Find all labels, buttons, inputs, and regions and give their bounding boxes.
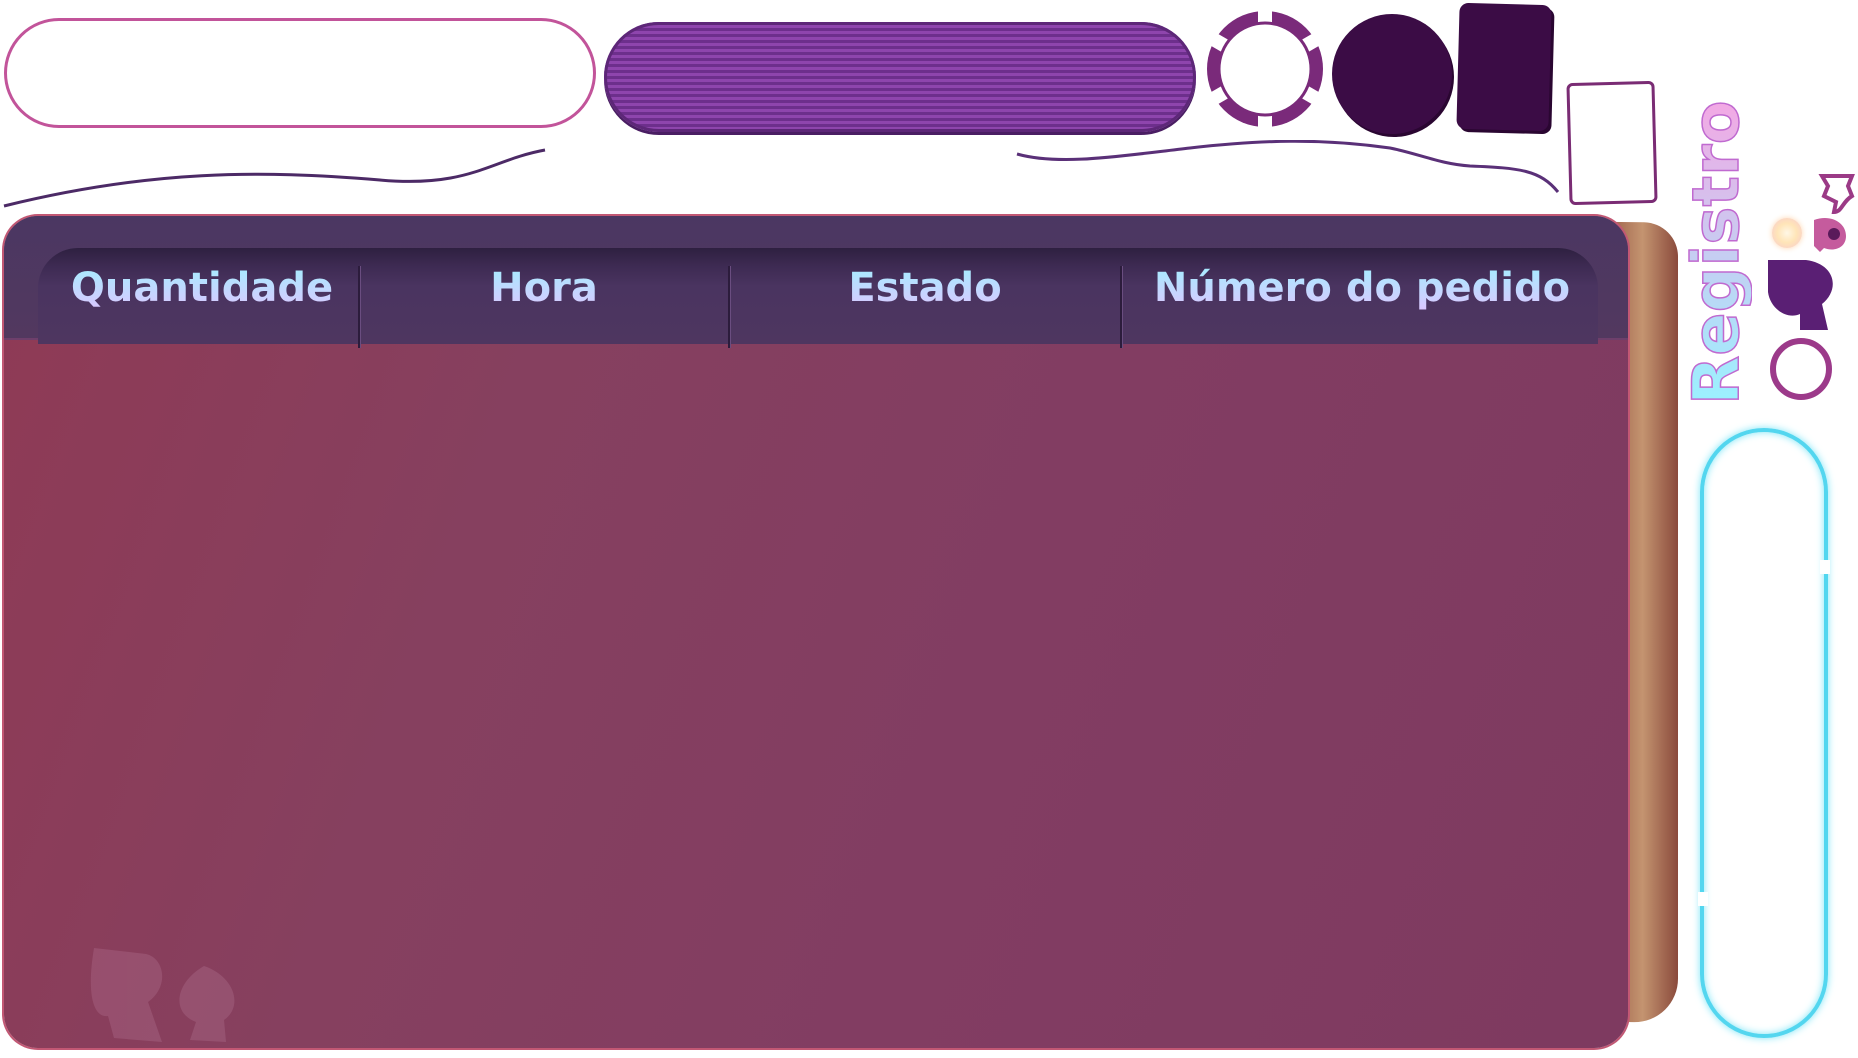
spade-icon [1768, 260, 1833, 330]
scrollbar-notch [1698, 892, 1708, 906]
column-header-status[interactable]: Estado [730, 258, 1120, 318]
spade-small-icon [1818, 174, 1855, 215]
ring-icon [1770, 338, 1832, 400]
registro-title: Registro [1682, 100, 1752, 406]
striped-pill-button[interactable] [604, 22, 1196, 132]
dark-square-button[interactable] [1456, 2, 1552, 132]
spade-pink-icon [1814, 217, 1846, 252]
spade-watermark-icon [90, 948, 235, 1042]
scrollbar-track[interactable] [1700, 428, 1828, 1038]
text-input-frame[interactable] [4, 18, 596, 128]
registro-title-text: Registro [1682, 100, 1752, 405]
scrollbar-notch [1820, 560, 1830, 574]
column-header-quantity[interactable]: Quantidade [62, 258, 342, 318]
column-header-order-number[interactable]: Número do pedido [1122, 258, 1602, 318]
dark-circle-button[interactable] [1332, 14, 1452, 134]
poker-chip-icon [1207, 9, 1323, 129]
order-history-panel: Quantidade Hora Estado Número do pedido [4, 216, 1628, 1048]
glow-dot [1772, 218, 1802, 248]
decorative-wave-lines [3, 140, 1560, 208]
column-header-time[interactable]: Hora [360, 258, 728, 318]
